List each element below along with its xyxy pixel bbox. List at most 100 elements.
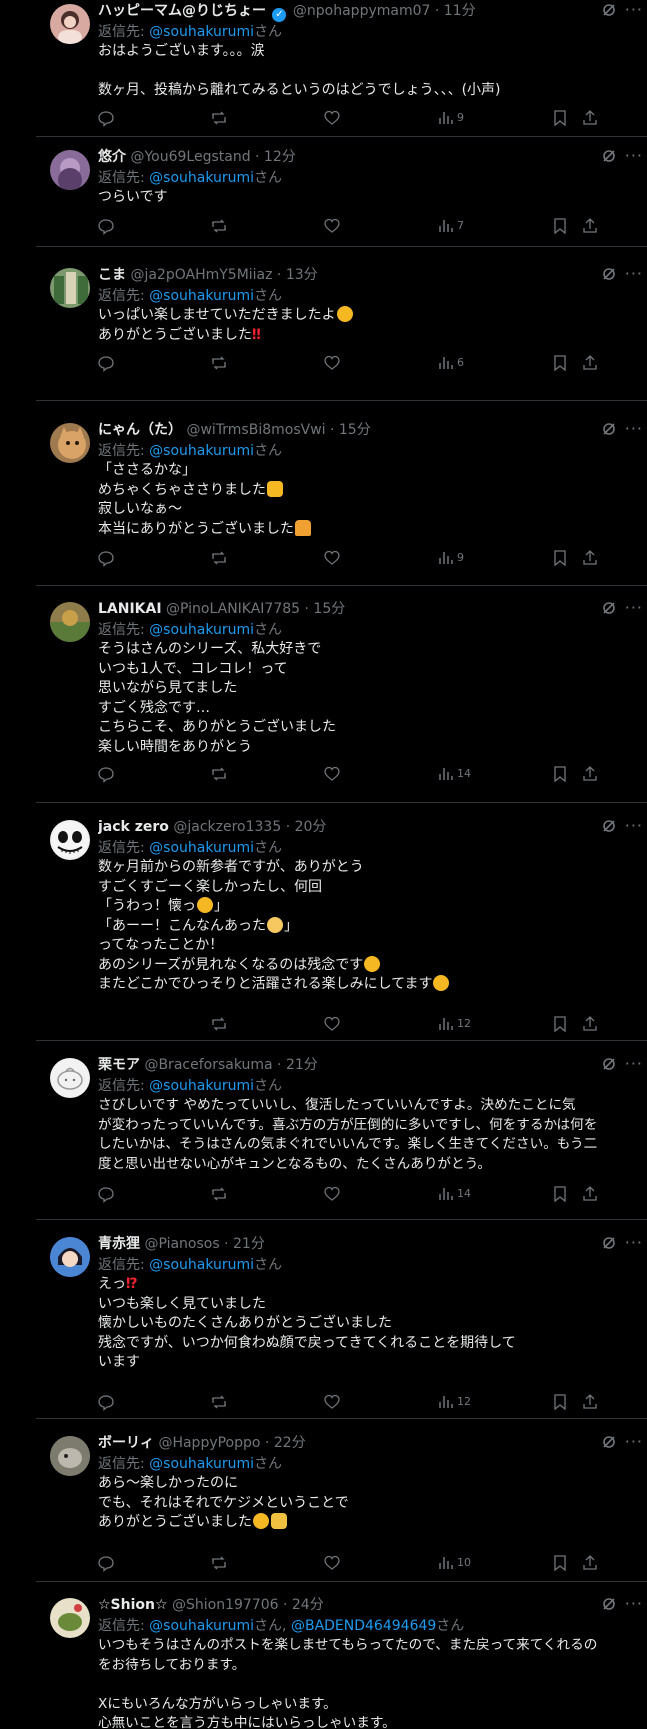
- like-button[interactable]: [324, 548, 340, 568]
- reply-card[interactable]: ☆Shion☆ @Shion197706 · 24分 ··· 返信先: @sou…: [36, 1594, 647, 1729]
- reply-card[interactable]: 青赤狸 @Pianosos · 21分 ··· 返信先: @souhakurum…: [36, 1233, 647, 1419]
- views-button[interactable]: 7: [438, 216, 478, 236]
- grok-icon[interactable]: [601, 600, 617, 616]
- avatar[interactable]: [50, 4, 90, 44]
- bookmark-button[interactable]: [553, 108, 567, 128]
- reply-to-link[interactable]: @souhakurumi: [149, 1257, 254, 1273]
- share-button[interactable]: [582, 353, 598, 373]
- share-button[interactable]: [582, 216, 598, 236]
- like-button[interactable]: [324, 764, 340, 784]
- reply-to-link-2[interactable]: @BADEND46494649: [291, 1618, 436, 1634]
- reply-button[interactable]: [98, 1553, 114, 1573]
- reply-to-link[interactable]: @souhakurumi: [149, 443, 254, 459]
- like-button[interactable]: [324, 108, 340, 128]
- avatar[interactable]: [50, 423, 90, 463]
- display-name[interactable]: 青赤狸: [98, 1236, 140, 1252]
- avatar[interactable]: [50, 1436, 90, 1476]
- repost-button[interactable]: [210, 1014, 228, 1034]
- handle-and-time[interactable]: @wiTrmsBi8mosVwi · 15分: [186, 422, 370, 438]
- like-button[interactable]: [324, 1014, 340, 1034]
- avatar[interactable]: [50, 602, 90, 642]
- reply-button[interactable]: [98, 548, 114, 568]
- handle-and-time[interactable]: @You69Legstand · 12分: [130, 149, 295, 165]
- display-name[interactable]: LANIKAI: [98, 601, 162, 617]
- views-button[interactable]: 6: [438, 353, 478, 373]
- repost-button[interactable]: [210, 1392, 228, 1412]
- more-options-icon[interactable]: ···: [625, 146, 643, 166]
- handle-and-time[interactable]: @npohappymam07 · 11分: [293, 3, 476, 19]
- more-options-icon[interactable]: ···: [625, 0, 643, 20]
- bookmark-button[interactable]: [553, 353, 567, 373]
- views-button[interactable]: 14: [438, 764, 478, 784]
- handle-and-time[interactable]: @jackzero1335 · 20分: [173, 819, 326, 835]
- views-button[interactable]: 14: [438, 1184, 478, 1204]
- display-name[interactable]: にゃん（た）: [98, 422, 182, 438]
- handle-and-time[interactable]: @ja2pOAHmY5Miiaz · 13分: [130, 267, 317, 283]
- grok-icon[interactable]: [601, 1056, 617, 1072]
- bookmark-button[interactable]: [553, 1014, 567, 1034]
- avatar[interactable]: [50, 1237, 90, 1277]
- repost-button[interactable]: [210, 108, 228, 128]
- reply-to-link[interactable]: @souhakurumi: [149, 1078, 254, 1094]
- reply-card[interactable]: ハッピーマム@りじちょー ✓ @npohappymam07 · 11分 ··· …: [36, 0, 647, 137]
- like-button[interactable]: [324, 1184, 340, 1204]
- share-button[interactable]: [582, 1553, 598, 1573]
- grok-icon[interactable]: [601, 148, 617, 164]
- reply-button[interactable]: [98, 353, 114, 373]
- grok-icon[interactable]: [601, 421, 617, 437]
- like-button[interactable]: [324, 216, 340, 236]
- views-button[interactable]: 9: [438, 548, 478, 568]
- reply-card[interactable]: LANIKAI @PinoLANIKAI7785 · 15分 ··· 返信先: …: [36, 598, 647, 803]
- views-button[interactable]: 10: [438, 1553, 478, 1573]
- share-button[interactable]: [582, 548, 598, 568]
- repost-button[interactable]: [210, 1553, 228, 1573]
- reply-card[interactable]: 悠介 @You69Legstand · 12分 ··· 返信先: @souhak…: [36, 146, 647, 247]
- grok-icon[interactable]: [601, 818, 617, 834]
- reply-card[interactable]: にゃん（た） @wiTrmsBi8mosVwi · 15分 ··· 返信先: @…: [36, 419, 647, 586]
- avatar[interactable]: [50, 1058, 90, 1098]
- more-options-icon[interactable]: ···: [625, 816, 643, 836]
- avatar[interactable]: [50, 1598, 90, 1638]
- reply-to-link[interactable]: @souhakurumi: [149, 1456, 254, 1472]
- reply-card[interactable]: 栗モア @Braceforsakuma · 21分 ··· 返信先: @souh…: [36, 1054, 647, 1220]
- handle-and-time[interactable]: @Pianosos · 21分: [144, 1236, 264, 1252]
- like-button[interactable]: [324, 1392, 340, 1412]
- grok-icon[interactable]: [601, 1235, 617, 1251]
- reply-button[interactable]: [98, 108, 114, 128]
- display-name[interactable]: ハッピーマム@りじちょー: [98, 3, 266, 19]
- repost-button[interactable]: [210, 1184, 228, 1204]
- display-name[interactable]: ☆Shion☆: [98, 1597, 168, 1613]
- grok-icon[interactable]: [601, 1434, 617, 1450]
- more-options-icon[interactable]: ···: [625, 598, 643, 618]
- grok-icon[interactable]: [601, 1596, 617, 1612]
- display-name[interactable]: jack zero: [98, 819, 169, 835]
- grok-icon[interactable]: [601, 2, 617, 18]
- bookmark-button[interactable]: [553, 1392, 567, 1412]
- avatar[interactable]: [50, 820, 90, 860]
- reply-card[interactable]: ボーリィ @HappyPoppo · 22分 ··· 返信先: @souhaku…: [36, 1432, 647, 1582]
- avatar[interactable]: [50, 268, 90, 308]
- share-button[interactable]: [582, 108, 598, 128]
- share-button[interactable]: [582, 1014, 598, 1034]
- handle-and-time[interactable]: @HappyPoppo · 22分: [158, 1435, 305, 1451]
- display-name[interactable]: こま: [98, 267, 126, 283]
- share-button[interactable]: [582, 1392, 598, 1412]
- reply-to-link[interactable]: @souhakurumi: [149, 170, 254, 186]
- repost-button[interactable]: [210, 764, 228, 784]
- views-button[interactable]: 9: [438, 108, 478, 128]
- handle-and-time[interactable]: @Shion197706 · 24分: [172, 1597, 324, 1613]
- reply-to-link[interactable]: @souhakurumi: [149, 288, 254, 304]
- repost-button[interactable]: [210, 548, 228, 568]
- bookmark-button[interactable]: [553, 216, 567, 236]
- reply-button[interactable]: [98, 216, 114, 236]
- reply-to-link[interactable]: @souhakurumi: [149, 1618, 254, 1634]
- display-name[interactable]: 悠介: [98, 149, 126, 165]
- more-options-icon[interactable]: ···: [625, 1233, 643, 1253]
- reply-to-link[interactable]: @souhakurumi: [149, 840, 254, 856]
- views-button[interactable]: 12: [438, 1014, 478, 1034]
- more-options-icon[interactable]: ···: [625, 419, 643, 439]
- grok-icon[interactable]: [601, 266, 617, 282]
- reply-button[interactable]: [98, 1184, 114, 1204]
- reply-card[interactable]: jack zero @jackzero1335 · 20分 ··· 返信先: @…: [36, 816, 647, 1041]
- like-button[interactable]: [324, 1553, 340, 1573]
